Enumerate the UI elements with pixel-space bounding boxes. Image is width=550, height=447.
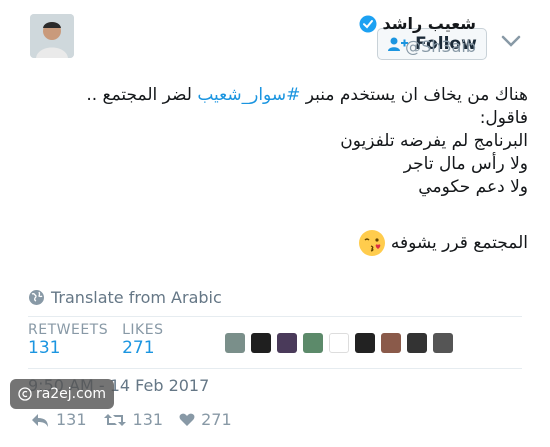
copyright-icon	[18, 387, 32, 401]
liker-avatar[interactable]	[225, 333, 245, 353]
likes-stat[interactable]: LIKES 271	[122, 322, 163, 358]
verified-badge-icon	[359, 15, 377, 32]
reply-action[interactable]: 131	[30, 410, 87, 429]
chevron-down-icon[interactable]	[500, 33, 522, 49]
translate-label: Translate from Arabic	[51, 288, 222, 307]
divider	[28, 316, 522, 317]
liker-avatar[interactable]	[277, 333, 297, 353]
reply-count: 131	[56, 410, 87, 429]
watermark: ra2ej.com	[10, 379, 114, 409]
liker-avatar[interactable]	[251, 333, 271, 353]
liker-avatar[interactable]	[407, 333, 427, 353]
heart-icon	[179, 413, 195, 426]
translate-link[interactable]: Translate from Arabic	[28, 288, 222, 307]
hashtag-link[interactable]: #سوار_شعيب	[197, 85, 300, 105]
tweet-line-2: فاقول:	[479, 108, 528, 128]
retweets-stat[interactable]: RETWEETS 131	[28, 322, 108, 358]
tweet-line-5: ولا دعم حكومي	[418, 177, 528, 197]
tweet-line-6: المجتمع قرر يشوفه	[18, 230, 528, 256]
globe-icon	[29, 290, 44, 305]
tweet-line-3: البرنامج لم يفرضه تلفزيون	[340, 131, 528, 151]
divider	[28, 368, 522, 369]
tweet-actions: 131 131 271	[30, 410, 232, 429]
likes-count: 271	[122, 338, 155, 358]
author-name: شعيب راشد	[382, 14, 476, 33]
retweet-icon	[103, 413, 126, 426]
watermark-text: ra2ej.com	[35, 386, 107, 402]
retweet-action[interactable]: 131	[103, 410, 164, 429]
retweet-count: 131	[132, 410, 164, 429]
tweet-stats: RETWEETS 131 LIKES 271	[28, 322, 163, 358]
tweet-text: هناك من يخاف ان يستخدم منبر #سوار_شعيب ل…	[18, 84, 528, 256]
likes-label: LIKES	[122, 322, 164, 338]
avatar[interactable]	[30, 14, 74, 58]
author-handle: @Sh3aib	[405, 37, 476, 56]
liker-avatar[interactable]	[329, 333, 349, 353]
author-info[interactable]: شعيب راشد @Sh3aib	[359, 14, 476, 56]
reply-icon	[32, 413, 48, 427]
kissing-emoji-icon	[359, 230, 386, 256]
tweet-line-1: هناك من يخاف ان يستخدم منبر #سوار_شعيب ل…	[86, 85, 528, 105]
likers-avatars	[225, 333, 453, 353]
liker-avatar[interactable]	[381, 333, 401, 353]
retweets-count: 131	[28, 338, 61, 358]
liker-avatar[interactable]	[355, 333, 375, 353]
liker-avatar[interactable]	[433, 333, 453, 353]
tweet-line-4: ولا رأس مال تاجر	[403, 154, 528, 174]
retweets-label: RETWEETS	[28, 322, 109, 338]
liker-avatar[interactable]	[303, 333, 323, 353]
like-count: 271	[201, 410, 232, 429]
like-action[interactable]: 271	[179, 410, 232, 429]
